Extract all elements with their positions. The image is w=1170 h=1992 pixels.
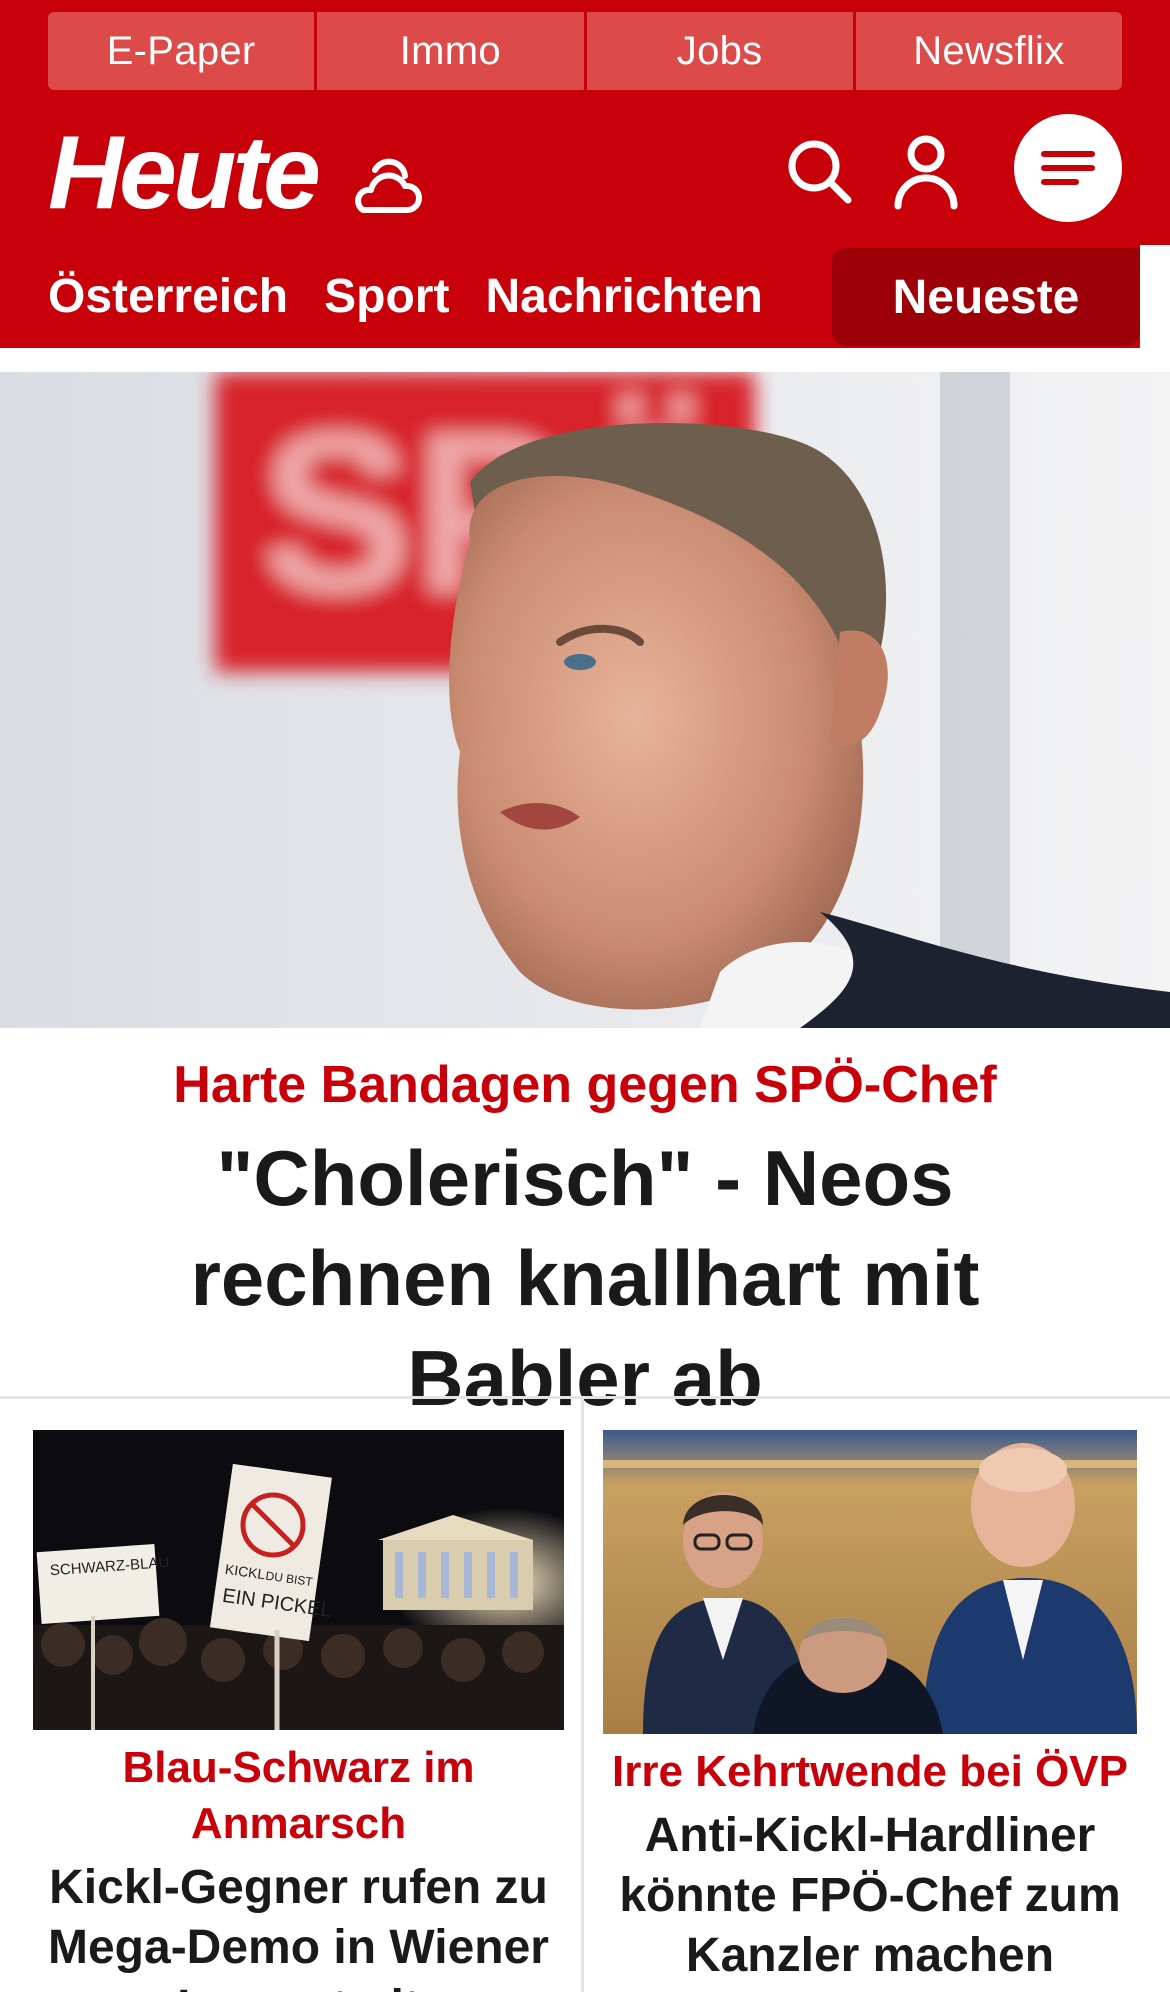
section-divider — [0, 1396, 1170, 1399]
nav-item-sport[interactable]: Sport — [324, 262, 449, 332]
nav-item-oesterreich[interactable]: Österreich — [48, 262, 288, 332]
hero-title[interactable]: "Cholerisch" - Neos rechnen knallhart mi… — [60, 1128, 1110, 1428]
hero-kicker[interactable]: Harte Bandagen gegen SPÖ-Chef — [0, 1050, 1170, 1120]
column-divider — [581, 1398, 584, 1992]
top-link-epaper[interactable]: E-Paper — [48, 12, 315, 90]
cloud-sun-icon[interactable] — [345, 148, 423, 218]
teaser-image[interactable] — [603, 1430, 1137, 1734]
teaser-card[interactable]: SCHWARZ-BLAU KICKL DU BIST EIN PICKEL Bl… — [33, 1430, 564, 1992]
main-nav: Österreich Sport Nachrichten — [48, 262, 763, 332]
hero-image[interactable]: SPÖ — [0, 372, 1170, 1028]
menu-button[interactable] — [1014, 114, 1122, 222]
site-header: E-Paper Immo Jobs Newsflix Heute Österre… — [0, 0, 1170, 348]
menu-icon — [1041, 151, 1095, 185]
nav-item-nachrichten[interactable]: Nachrichten — [485, 262, 762, 332]
top-link-jobs[interactable]: Jobs — [586, 12, 853, 90]
search-icon[interactable] — [784, 136, 856, 208]
nav-item-neueste[interactable]: Neueste — [832, 248, 1140, 346]
top-links-bar: E-Paper Immo Jobs Newsflix — [48, 12, 1122, 90]
teaser-kicker[interactable]: Irre Kehrtwende bei ÖVP — [603, 1744, 1137, 1800]
user-icon[interactable] — [892, 134, 960, 210]
site-logo[interactable]: Heute — [48, 118, 321, 228]
teaser-image[interactable]: SCHWARZ-BLAU KICKL DU BIST EIN PICKEL — [33, 1430, 564, 1730]
teaser-title[interactable]: Kickl-Gegner rufen zu Mega-Demo in Wiene… — [33, 1858, 564, 1992]
page: E-Paper Immo Jobs Newsflix Heute Österre… — [0, 0, 1170, 1992]
teaser-kicker[interactable]: Blau-Schwarz im Anmarsch — [33, 1740, 564, 1852]
top-link-immo[interactable]: Immo — [317, 12, 584, 90]
teaser-title[interactable]: Anti-Kickl-Hardliner könnte FPÖ-Chef zum… — [603, 1806, 1137, 1986]
teaser-card[interactable]: Irre Kehrtwende bei ÖVP Anti-Kickl-Hardl… — [603, 1430, 1137, 1986]
top-link-newsflix[interactable]: Newsflix — [855, 12, 1122, 90]
